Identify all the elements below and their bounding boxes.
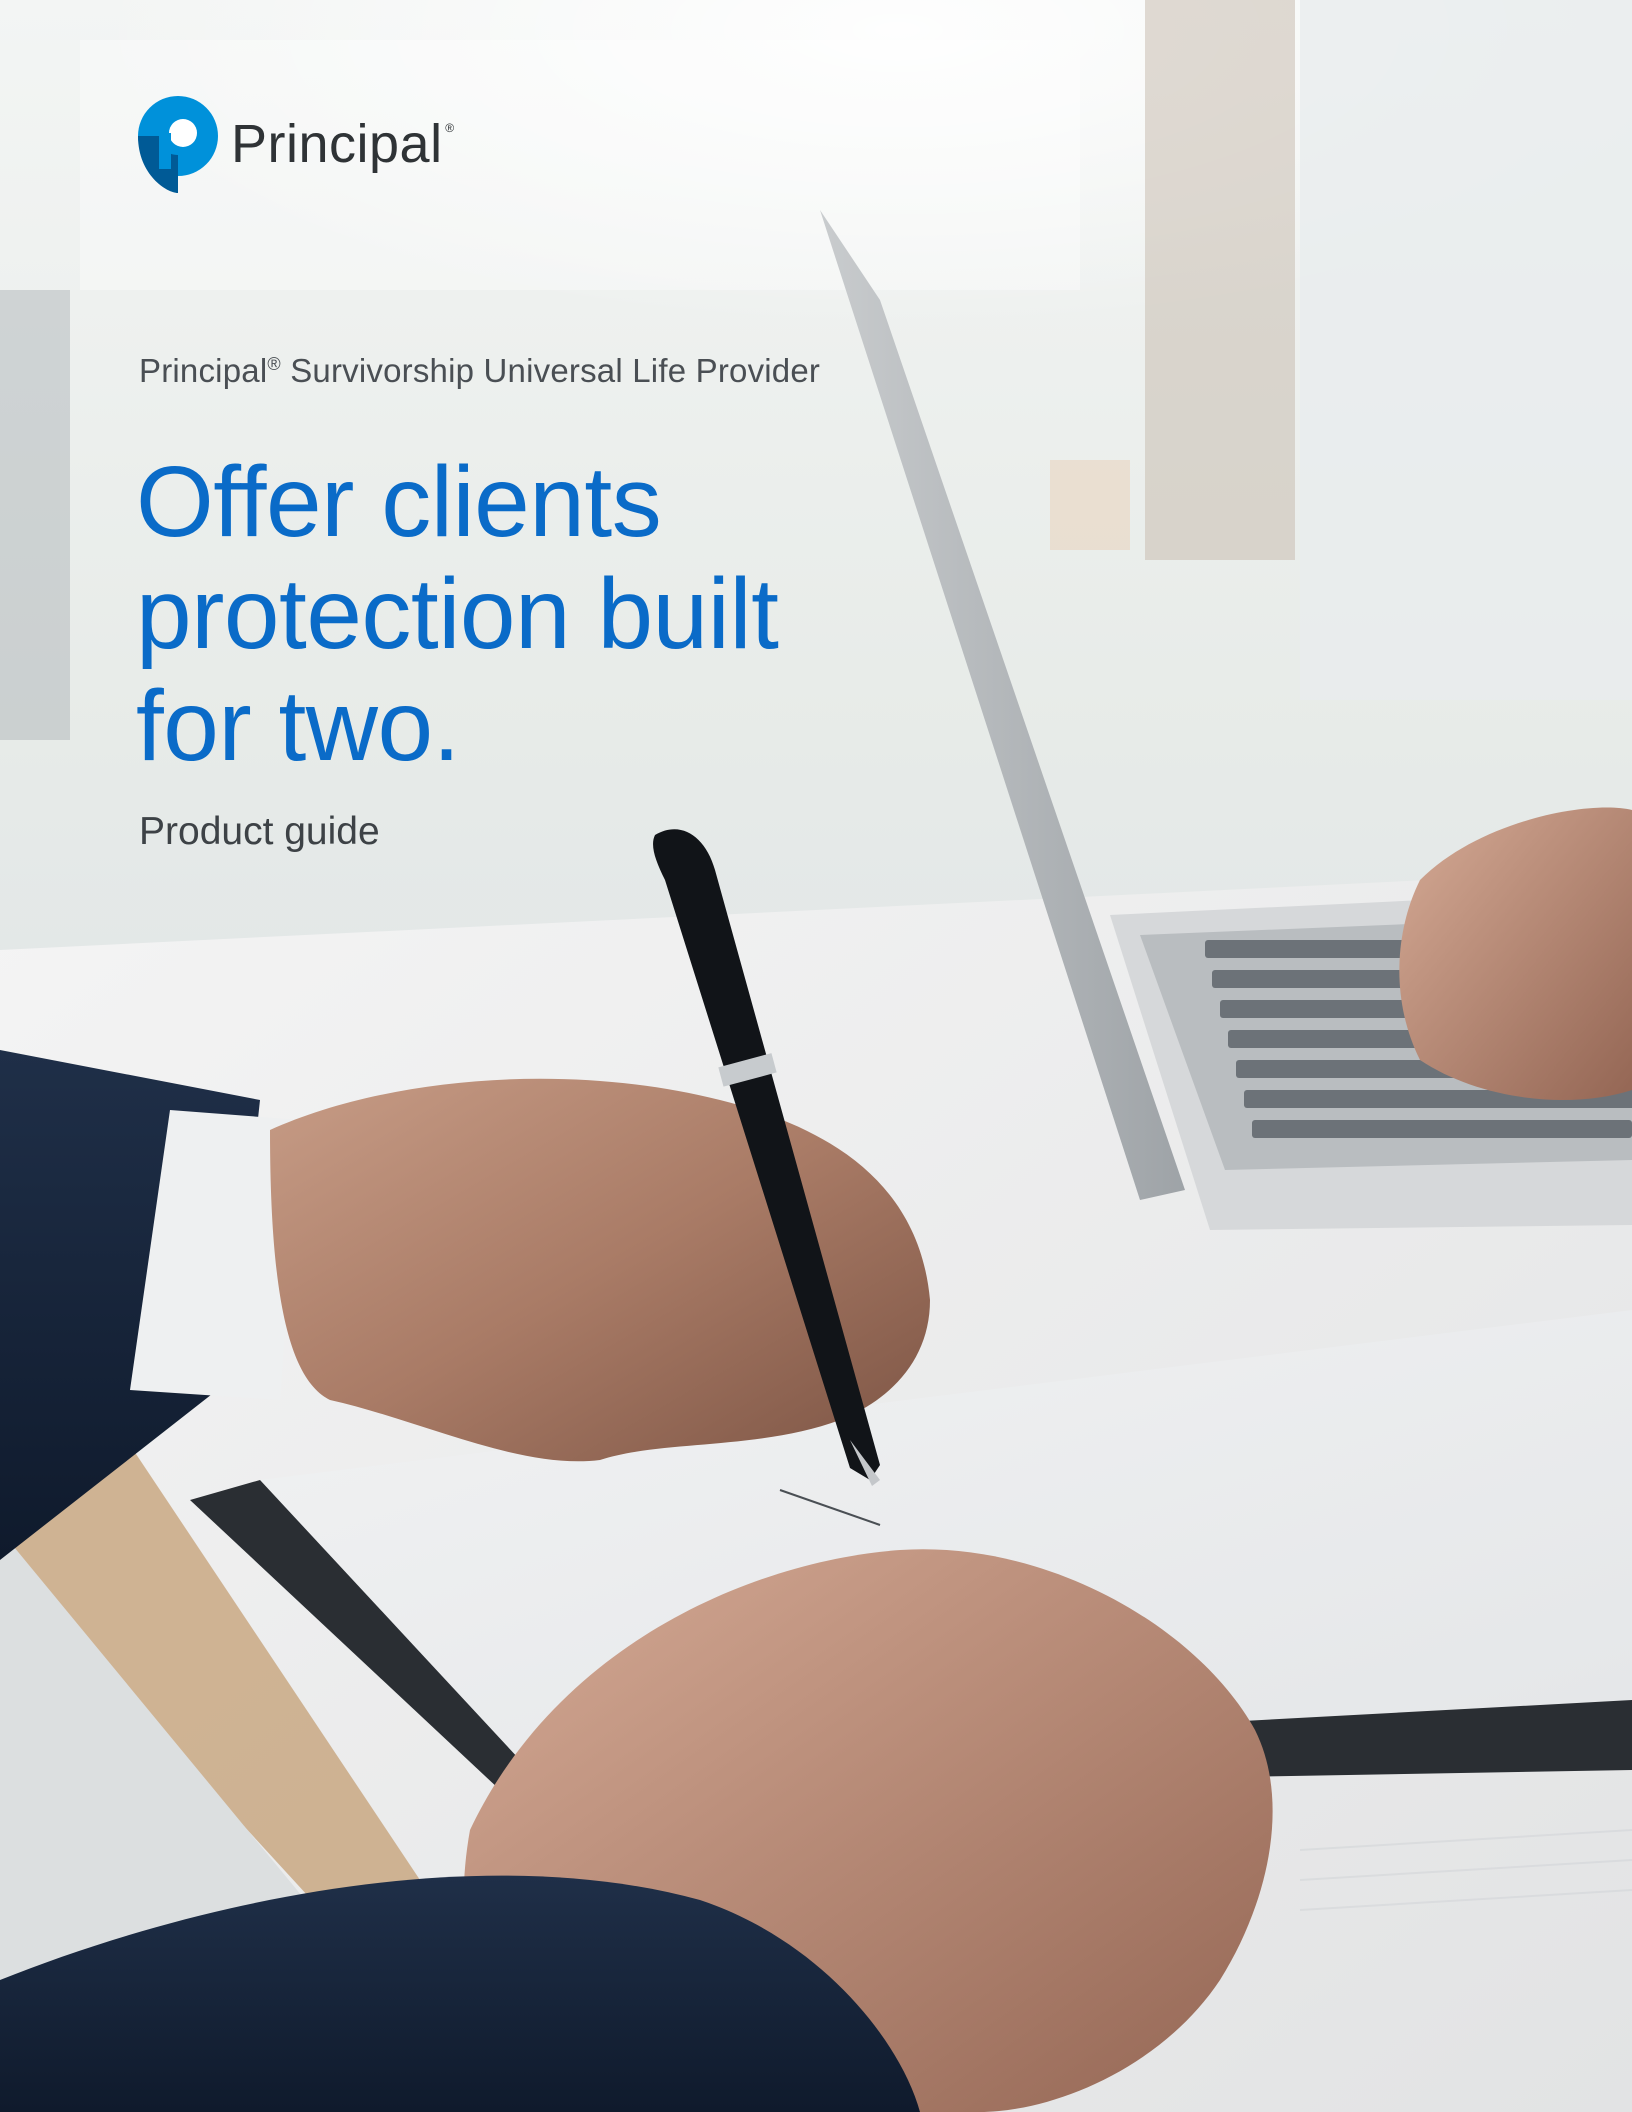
document-type: Product guide — [139, 810, 380, 853]
cover-photo — [0, 0, 1632, 2112]
page-title: Offer clients protection built for two. — [136, 446, 956, 782]
logo-text: Principal — [231, 114, 443, 174]
title-line-1: Offer clients — [136, 446, 662, 558]
logo-wordmark: Principal ® — [231, 113, 454, 175]
eyebrow-registered-mark: ® — [267, 354, 281, 374]
eyebrow-brand: Principal — [139, 352, 268, 389]
title-line-3: for two. — [136, 670, 460, 782]
product-eyebrow: Principal® Survivorship Universal Life P… — [139, 352, 820, 390]
title-line-2: protection built — [136, 558, 779, 670]
cover-page: Principal ® Principal® Survivorship Unive… — [0, 0, 1632, 2112]
eyebrow-product: Survivorship Universal Life Provider — [280, 352, 821, 389]
principal-logo[interactable]: Principal ® — [137, 94, 454, 194]
principal-p-icon — [138, 96, 218, 193]
logo-registered-mark: ® — [445, 121, 455, 135]
